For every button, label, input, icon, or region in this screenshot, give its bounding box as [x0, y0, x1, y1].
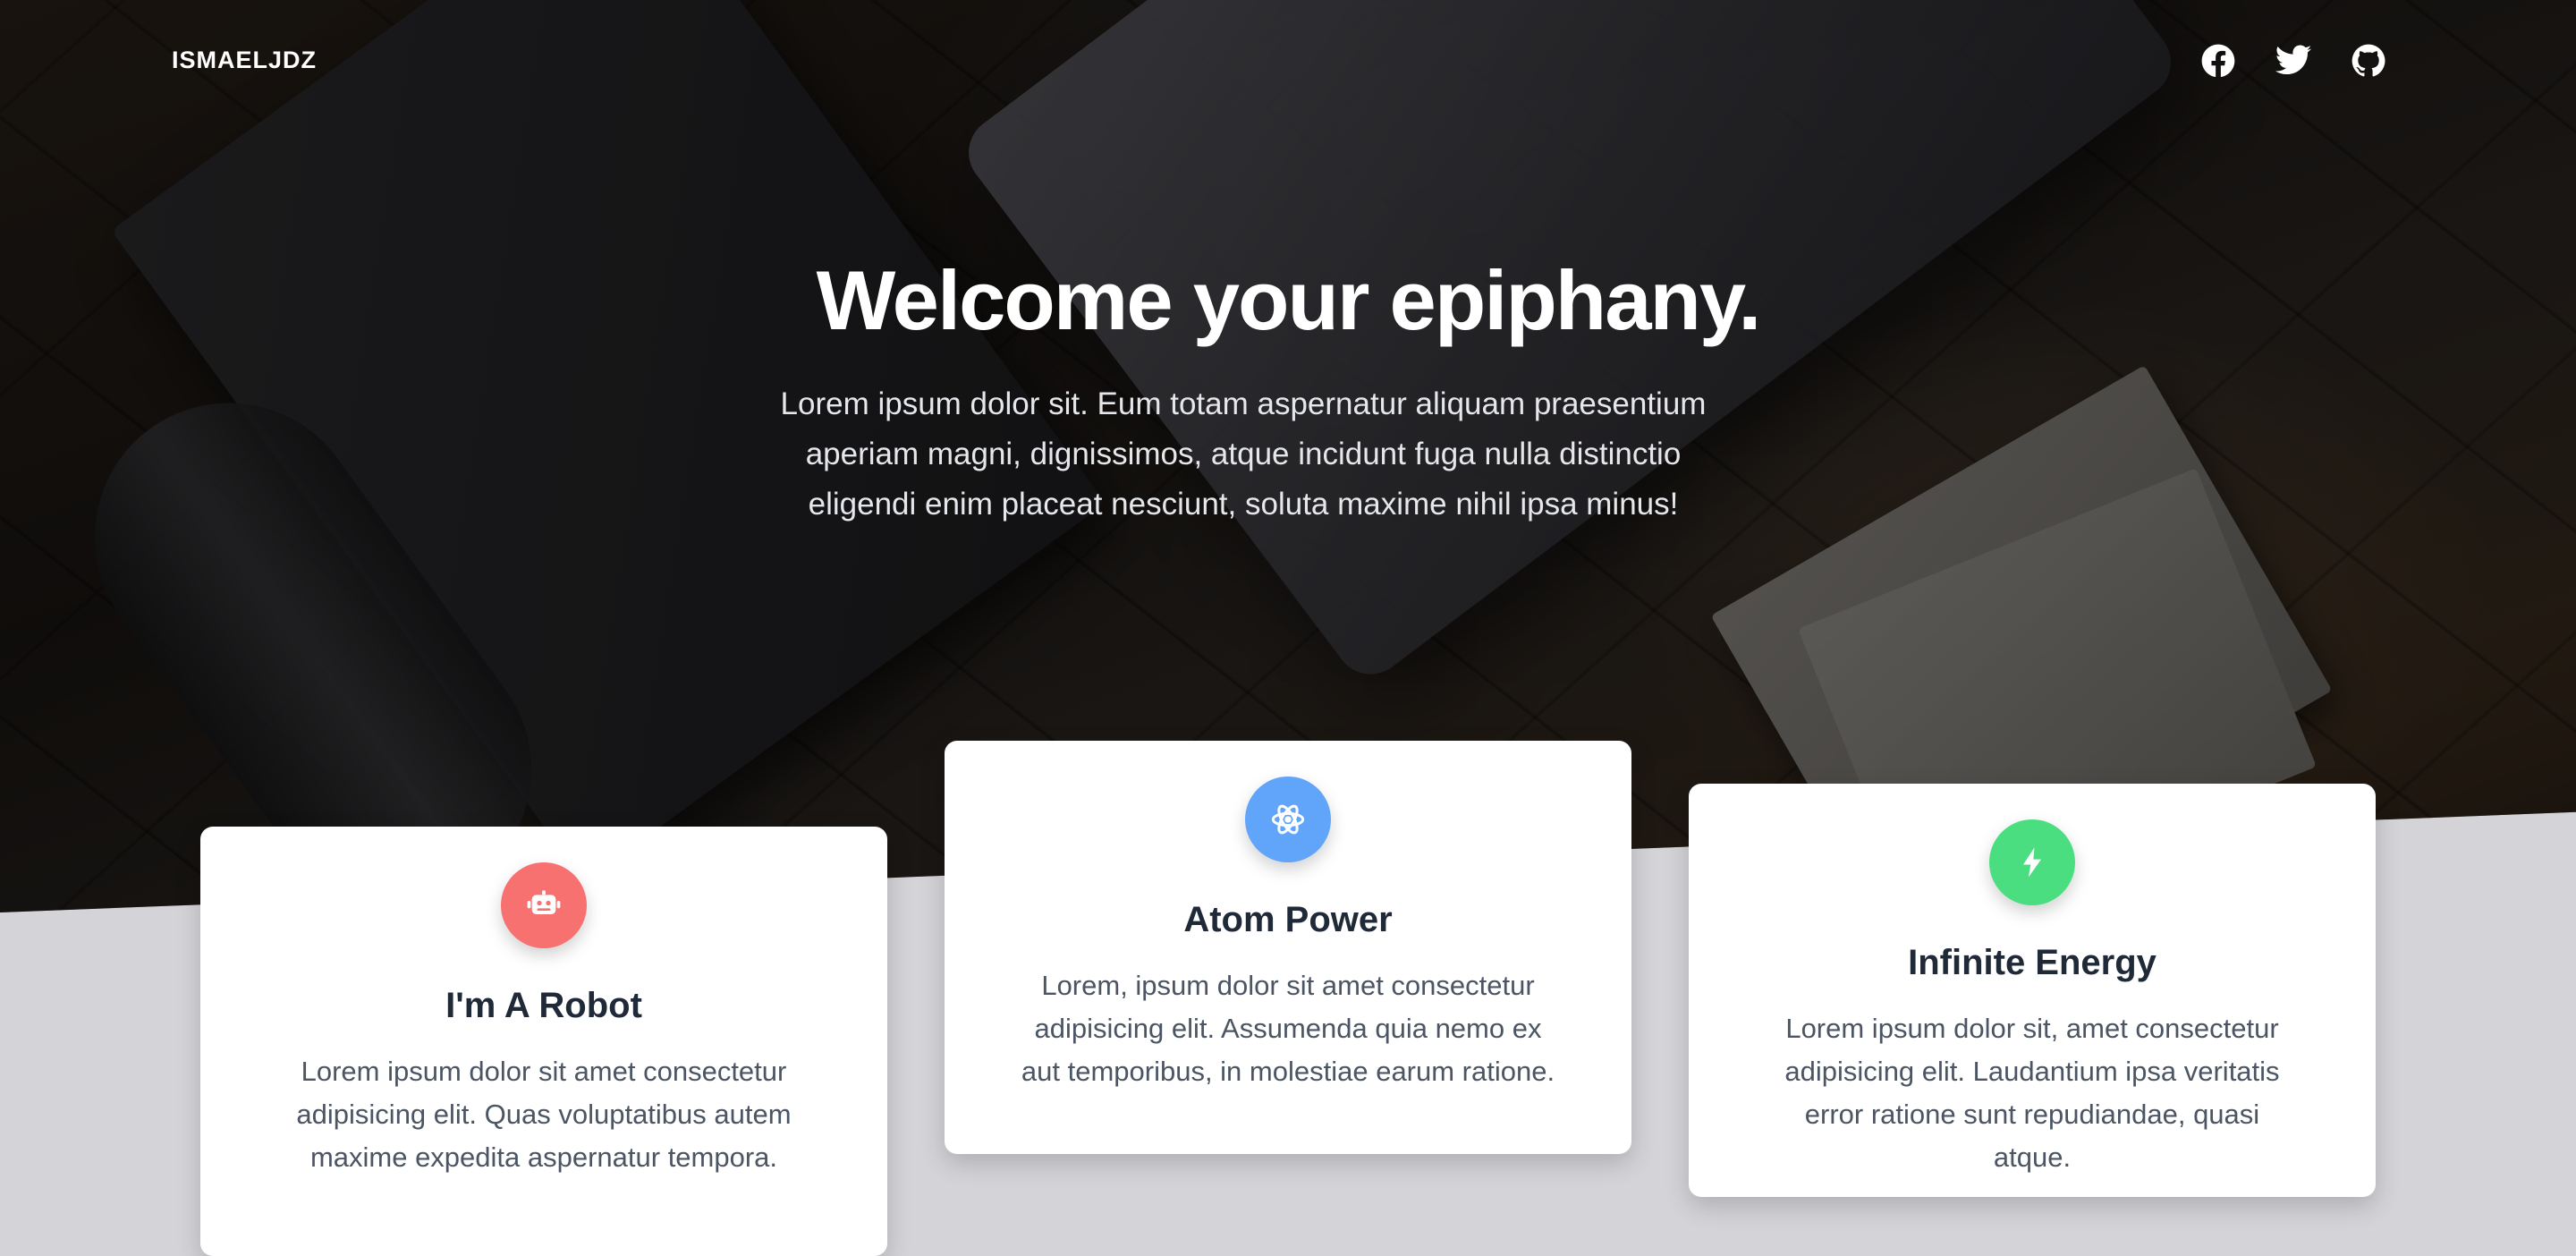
feature-card-robot: I'm A Robot Lorem ipsum dolor sit amet c… — [200, 827, 887, 1256]
github-link[interactable] — [2349, 41, 2388, 81]
card-text: Lorem, ipsum dolor sit amet consectetur … — [1021, 970, 1555, 1087]
facebook-icon — [2201, 44, 2235, 78]
card-text: Lorem ipsum dolor sit, amet consectetur … — [1784, 1013, 2280, 1173]
atom-icon-badge — [1245, 777, 1331, 862]
github-icon — [2351, 44, 2385, 77]
robot-icon — [527, 890, 561, 914]
atom-icon — [1271, 804, 1305, 835]
facebook-link[interactable] — [2199, 41, 2238, 81]
bolt-icon-badge — [1989, 819, 2075, 905]
card-title: Atom Power — [1183, 900, 1393, 939]
card-text: Lorem ipsum dolor sit amet consectetur a… — [296, 1056, 792, 1173]
card-title: I'm A Robot — [445, 986, 642, 1025]
feature-card-energy: Infinite Energy Lorem ipsum dolor sit, a… — [1689, 784, 2376, 1197]
twitter-link[interactable] — [2274, 41, 2313, 81]
hero-subtitle: Lorem ipsum dolor sit. Eum totam asperna… — [780, 386, 1707, 522]
card-title: Infinite Energy — [1908, 943, 2157, 982]
feature-card-atom: Atom Power Lorem, ipsum dolor sit amet c… — [945, 741, 1631, 1154]
twitter-icon — [2275, 45, 2312, 75]
hero-title: Welcome your epiphany. — [816, 253, 1762, 347]
robot-icon-badge — [501, 862, 587, 948]
brand-logo-link[interactable]: ISMAELJDZ — [172, 47, 317, 74]
bolt-icon — [2023, 847, 2041, 878]
